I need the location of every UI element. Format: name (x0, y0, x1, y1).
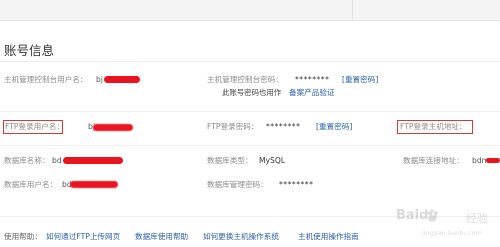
db-type-value: MySQL (259, 156, 286, 165)
row-divider (0, 145, 500, 146)
db-pwd-value: ******** (279, 180, 314, 189)
ftp-pwd-label: FTP登录密码： (207, 122, 259, 131)
row-divider (0, 216, 500, 217)
host-user-value: bj (96, 75, 103, 84)
ftp-user-label: FTP登录用户名： (5, 122, 65, 131)
help-link-change-os[interactable]: 如何更换主机操作系统 (203, 231, 279, 242)
db-type-label: 数据库类型： (207, 156, 253, 165)
host-pwd-value: ******** (295, 75, 330, 84)
host-pwd-label: 主机管理控制台密码： (207, 75, 283, 84)
db-name-value: bd (52, 156, 62, 165)
ftp-pwd-reset-link[interactable]: [重置密码] (316, 122, 352, 132)
host-user-redaction (104, 76, 140, 83)
watermark-url: jingyan.baidu.com (422, 229, 482, 237)
row-divider (0, 111, 500, 112)
host-pwd-reset-link[interactable]: [重置密码] (342, 75, 378, 85)
top-bar (0, 0, 500, 21)
baidu-jingyan-watermark: Baidu 经验 jingyan.baidu.com (394, 202, 498, 244)
ftp-user-redaction (93, 124, 133, 131)
db-user-redaction (70, 181, 118, 188)
account-note-text: 此账号密码也用作 (222, 88, 282, 97)
ftp-host-label: FTP登录主机地址： (400, 122, 467, 131)
db-addr-redaction (486, 158, 500, 163)
db-name-redaction (63, 157, 123, 164)
top-bar-divider (352, 0, 353, 20)
help-link-host-guide[interactable]: 主机使用操作指南 (298, 231, 359, 242)
host-user-label: 主机管理控制台用户名： (4, 75, 88, 84)
db-user-label: 数据库用户名： (4, 180, 58, 189)
watermark-sub: 经验 (466, 212, 488, 225)
help-label: 使用帮助： (4, 232, 42, 241)
help-link-database[interactable]: 数据库使用帮助 (135, 231, 188, 242)
db-pwd-label: 数据库管理密码： (207, 180, 268, 189)
db-addr-label: 数据库连接地址： (403, 156, 464, 165)
account-note-link[interactable]: 备案产品验证 (289, 88, 335, 98)
db-name-label: 数据库名称： (4, 156, 50, 165)
section-title: 账号信息 (4, 43, 55, 58)
title-divider (0, 61, 500, 62)
help-link-ftp-upload[interactable]: 如何通过FTP上传网页 (46, 231, 120, 242)
ftp-pwd-value: ******** (266, 122, 301, 131)
